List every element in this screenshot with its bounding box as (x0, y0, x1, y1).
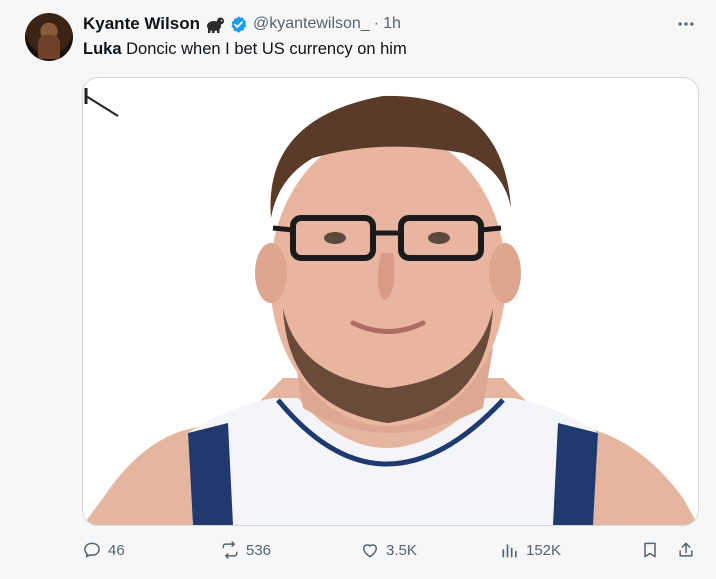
more-dots-icon (678, 22, 694, 26)
tweet-actions: 46 536 3.5K 152K (0, 535, 716, 569)
repost-icon (222, 541, 238, 559)
views-chart-icon (502, 544, 517, 558)
more-options-button[interactable] (672, 12, 700, 36)
reply-icon (84, 542, 100, 558)
views-count: 152K (526, 541, 562, 559)
reply-button[interactable]: 46 (82, 540, 125, 560)
like-button[interactable]: 3.5K (360, 540, 417, 560)
author-name[interactable]: Kyante Wilson (83, 14, 200, 34)
tweet-text-bold: Luka (83, 40, 122, 58)
like-count: 3.5K (386, 541, 417, 559)
photo-illustration (83, 88, 698, 525)
separator-dot: · (373, 15, 380, 32)
heart-icon (363, 544, 377, 558)
author-handle[interactable]: @kyantewilson_ (253, 15, 370, 33)
bookmark-button[interactable] (640, 540, 660, 560)
tweet-timestamp[interactable]: 1h (383, 15, 401, 33)
repost-button[interactable]: 536 (220, 540, 271, 560)
share-icon (679, 542, 693, 557)
views-button[interactable]: 152K (500, 540, 561, 560)
tweet-media-image[interactable] (82, 77, 699, 526)
tweet-text-rest: Doncic when I bet US currency on him (121, 40, 407, 58)
repost-count: 536 (246, 541, 272, 559)
bookmark-icon (644, 542, 656, 558)
tweet-header: Kyante Wilson @kyantewilson_ · 1h (83, 13, 401, 35)
author-avatar[interactable] (25, 13, 73, 61)
reply-count: 46 (108, 541, 125, 559)
verified-badge-icon[interactable] (229, 15, 248, 34)
gorilla-emoji-icon (205, 15, 225, 33)
share-button[interactable] (676, 540, 696, 560)
tweet-card[interactable]: Kyante Wilson @kyantewilson_ · 1h Luka D… (0, 0, 716, 579)
tweet-text: Luka Doncic when I bet US currency on hi… (83, 40, 407, 59)
